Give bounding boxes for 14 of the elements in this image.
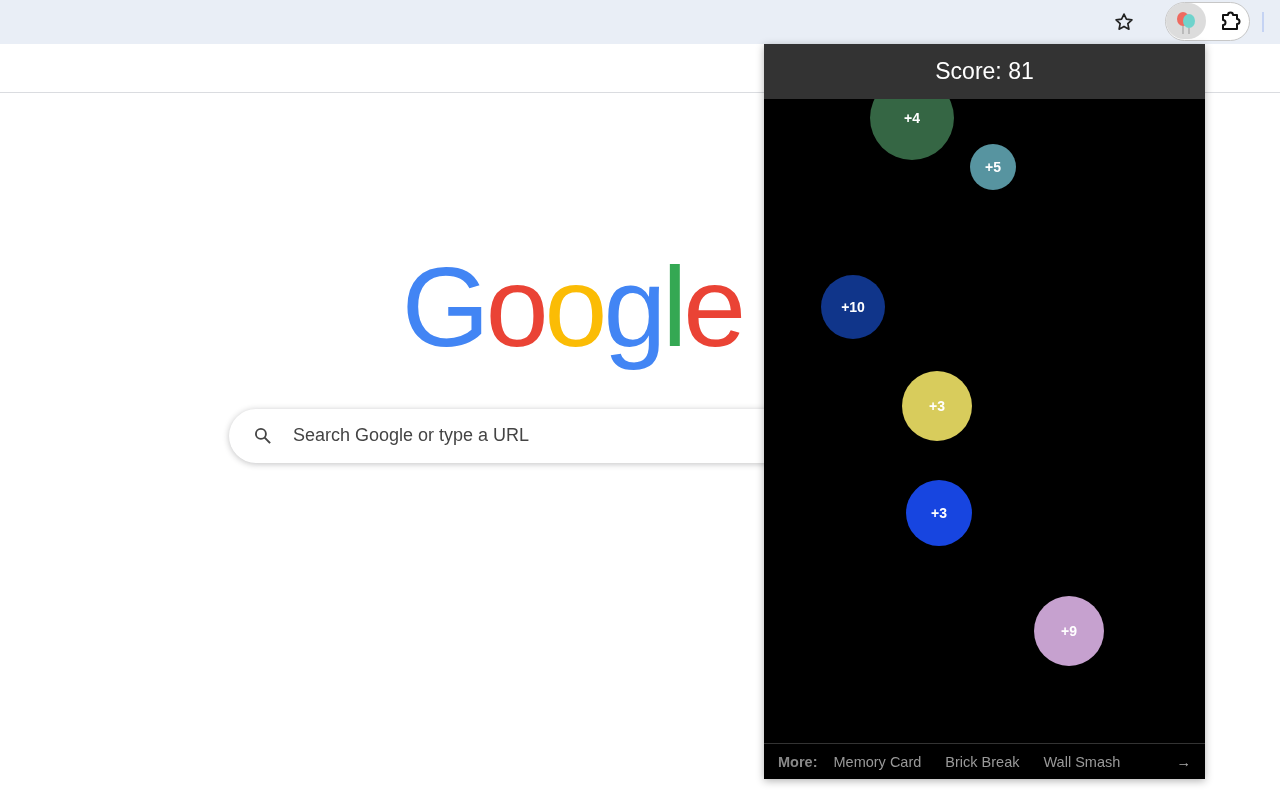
divider-mark xyxy=(1262,12,1264,32)
bubble[interactable]: +4 xyxy=(870,99,954,160)
game-link[interactable]: Wall Smash xyxy=(1043,753,1121,770)
game-link[interactable]: Memory Card xyxy=(833,753,922,770)
bubble[interactable]: +3 xyxy=(906,480,972,546)
game-link[interactable]: Brick Break xyxy=(945,753,1020,770)
score-header: Score: 81 xyxy=(764,44,1205,99)
more-label: More: xyxy=(778,753,818,770)
puzzle-icon[interactable] xyxy=(1219,9,1243,33)
star-icon[interactable] xyxy=(1114,12,1134,32)
bubble[interactable]: +10 xyxy=(821,275,885,339)
search-icon xyxy=(253,425,273,446)
next-arrow[interactable]: → xyxy=(1176,753,1191,770)
logo: Google xyxy=(401,243,743,372)
